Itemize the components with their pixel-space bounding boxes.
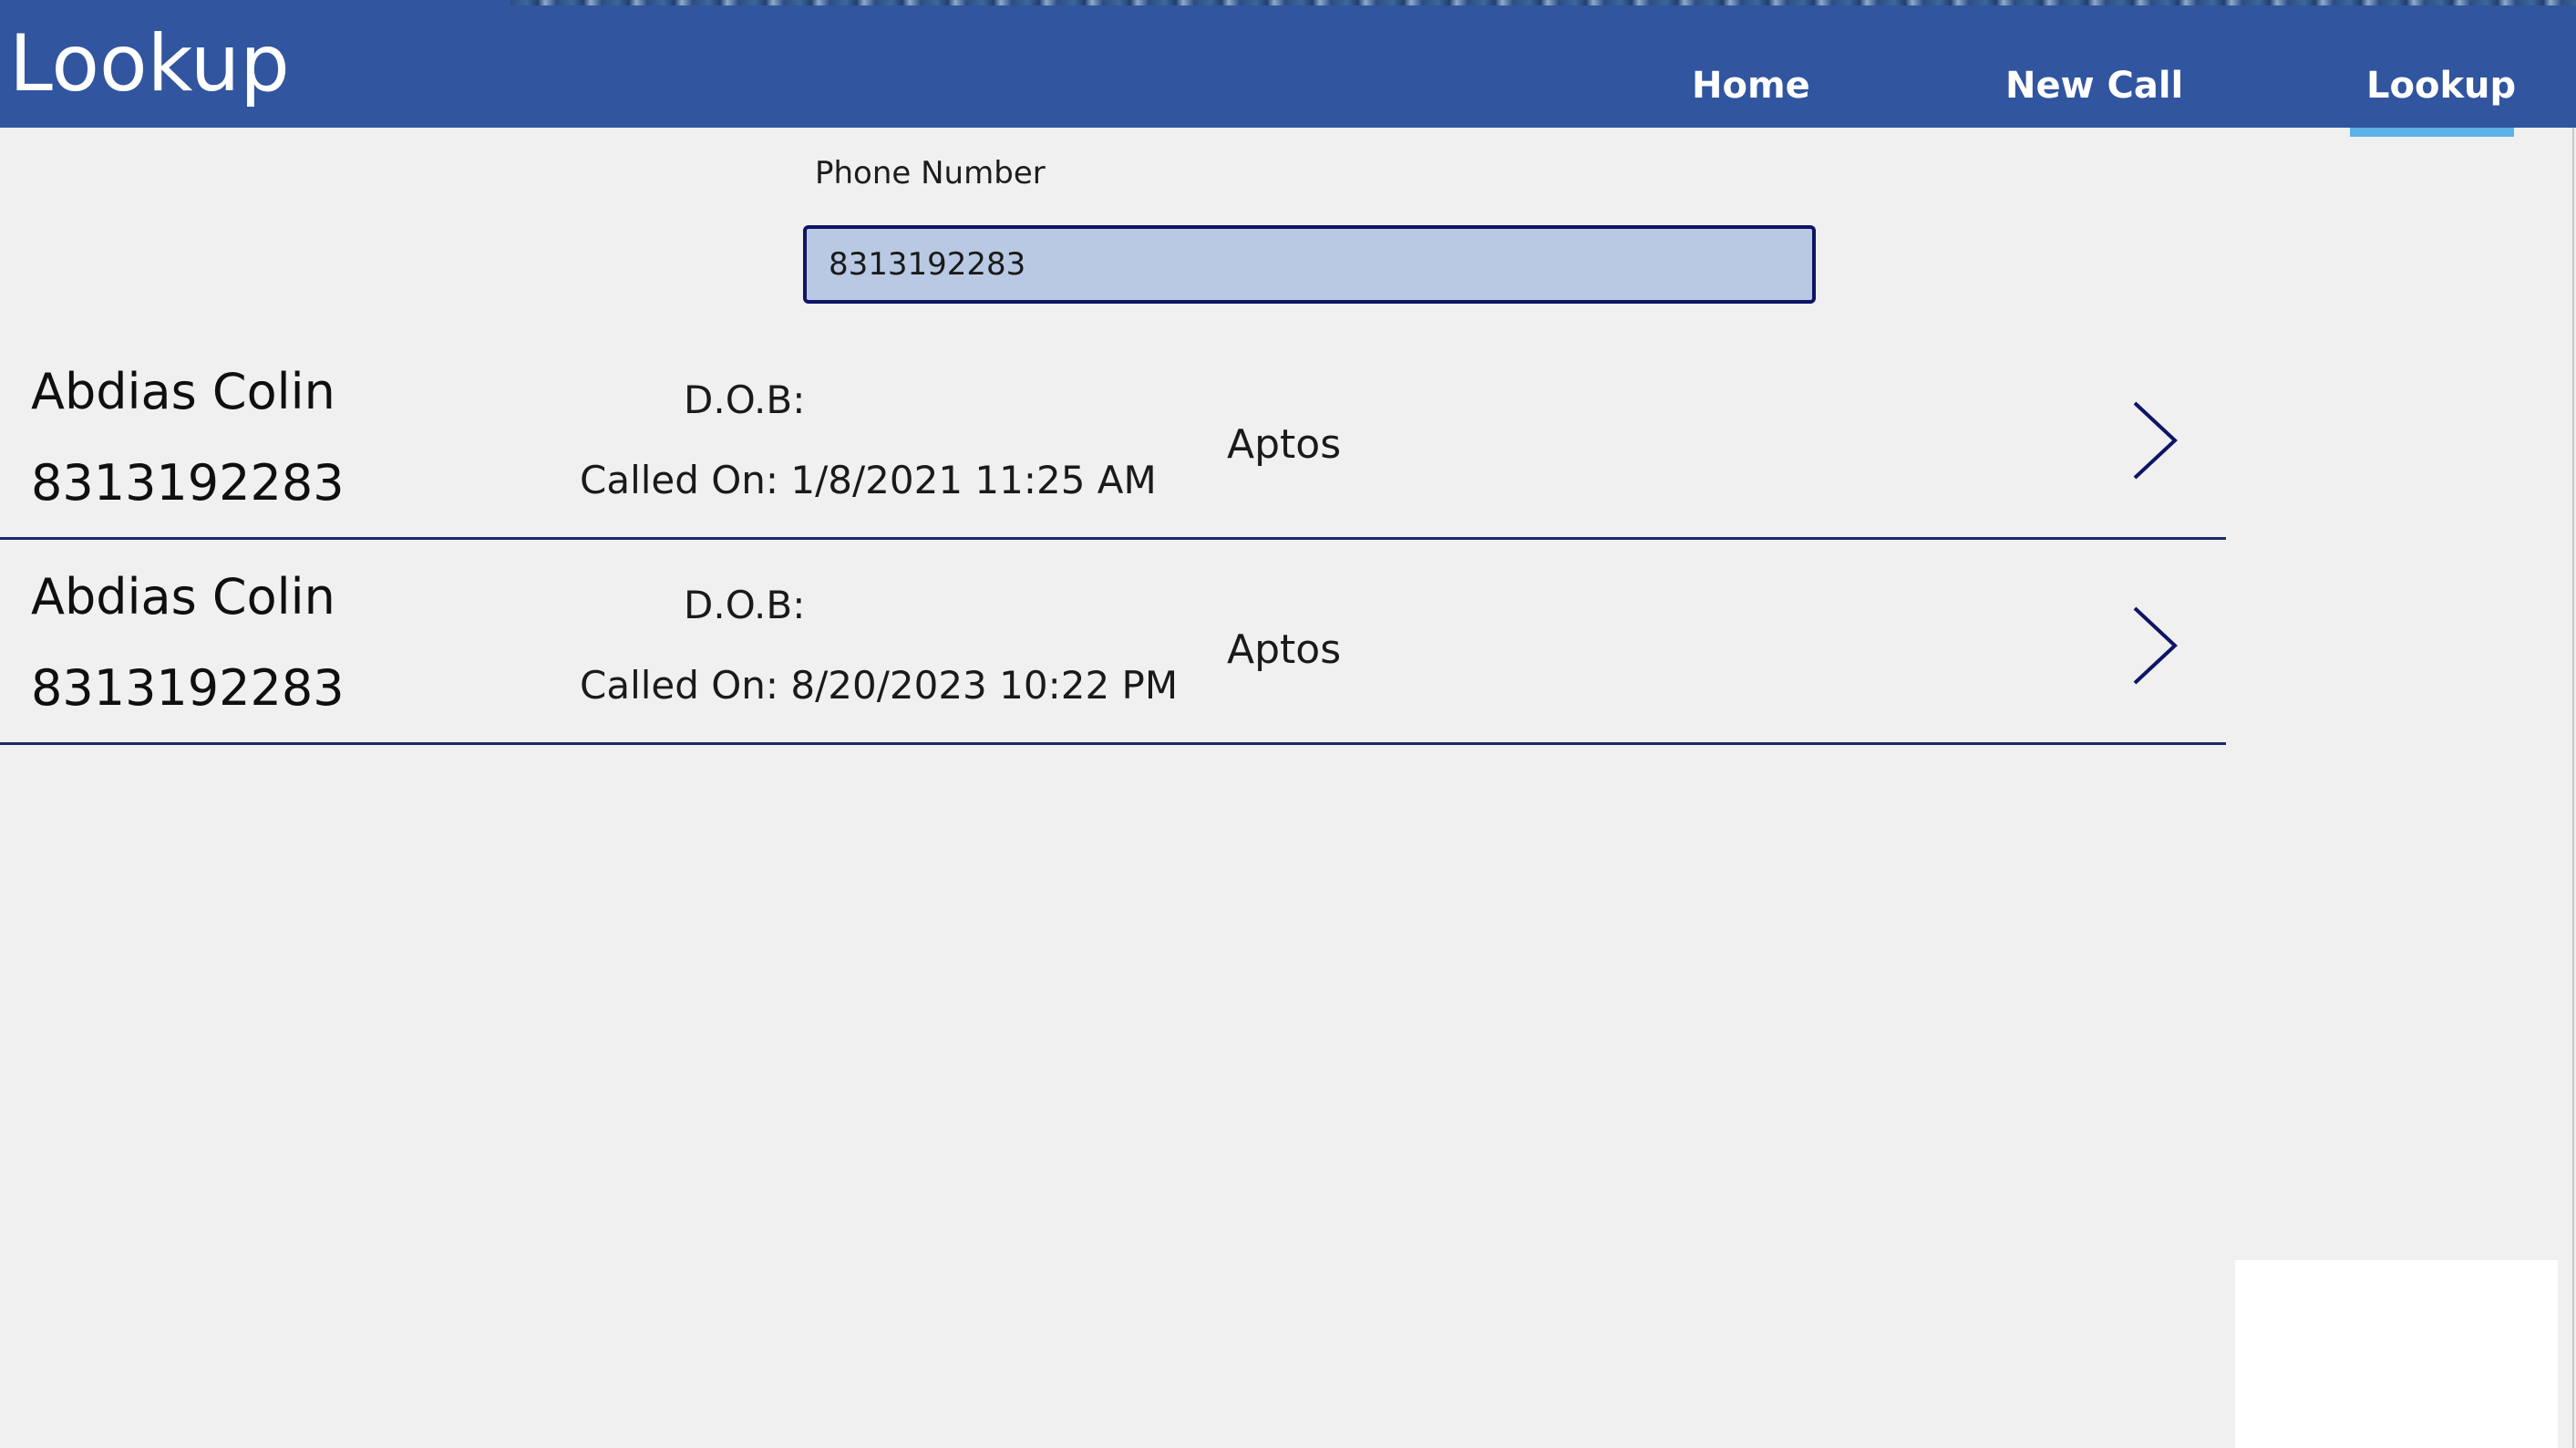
- app-header: Lookup Home New Call Lookup: [0, 0, 2576, 128]
- page-title: Lookup: [9, 18, 290, 109]
- record-city: Aptos: [1227, 626, 1342, 673]
- record-dob: D.O.B:: [684, 583, 806, 627]
- phone-number-input[interactable]: [803, 225, 1816, 304]
- record-dob: D.O.B:: [684, 378, 806, 422]
- record-phone: 8313192283: [31, 659, 345, 717]
- nav-home[interactable]: Home: [1692, 57, 1810, 115]
- chevron-right-icon[interactable]: [2128, 399, 2182, 481]
- chevron-right-icon[interactable]: [2128, 605, 2182, 687]
- record-row[interactable]: Abdias Colin 8313192283 D.O.B: Called On…: [0, 541, 2226, 745]
- record-called-on: Called On: 8/20/2023 10:22 PM: [580, 663, 1179, 708]
- nav-active-indicator: [2350, 128, 2514, 137]
- phone-number-label: Phone Number: [815, 155, 1046, 191]
- record-called-on: Called On: 1/8/2021 11:25 AM: [580, 458, 1157, 502]
- record-name: Abdias Colin: [31, 363, 335, 420]
- header-decorative-strip: [510, 0, 2576, 5]
- blank-panel: [2235, 1260, 2558, 1448]
- right-divider: [2572, 128, 2574, 1448]
- nav-lookup[interactable]: Lookup: [2366, 57, 2516, 115]
- record-city: Aptos: [1227, 421, 1342, 468]
- record-phone: 8313192283: [31, 454, 345, 512]
- record-name: Abdias Colin: [31, 568, 335, 626]
- nav-new-call[interactable]: New Call: [2005, 57, 2183, 115]
- record-row[interactable]: Abdias Colin 8313192283 D.O.B: Called On…: [0, 336, 2226, 540]
